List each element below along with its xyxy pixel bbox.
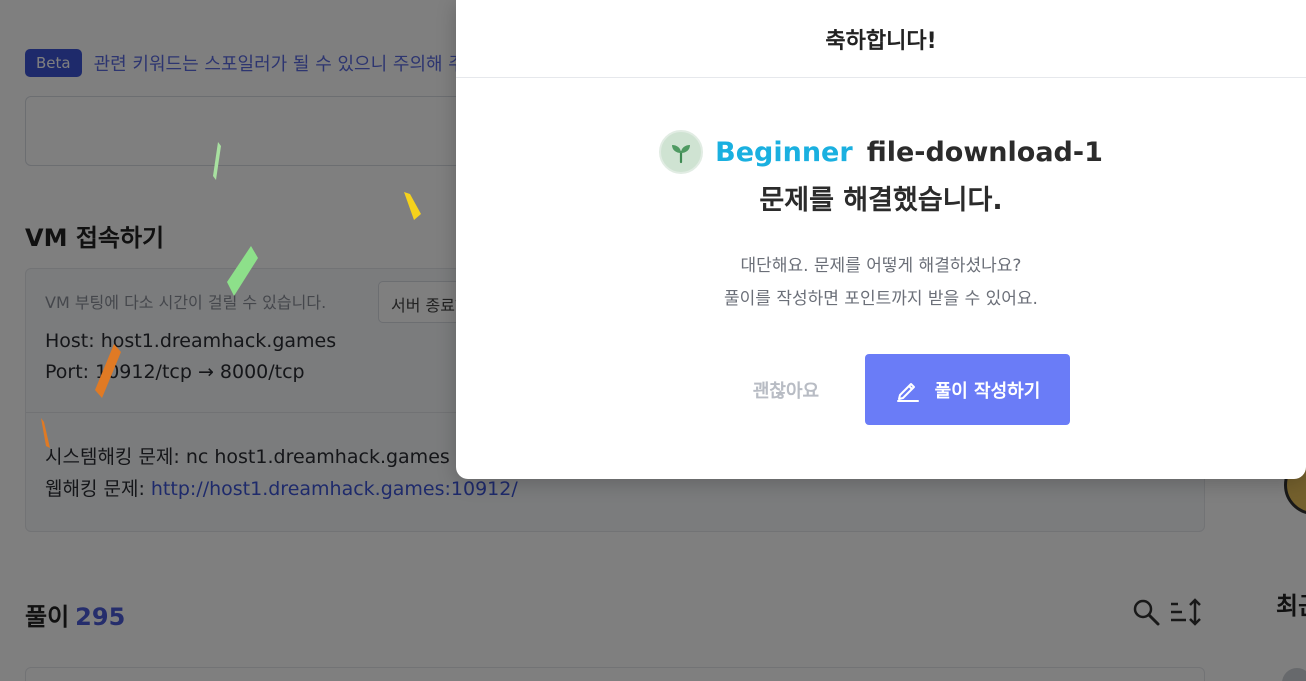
- dismiss-button[interactable]: 괜찮아요: [726, 370, 846, 410]
- challenge-name: file-download-1: [866, 136, 1103, 168]
- sprout-icon: [659, 130, 704, 174]
- write-solution-button[interactable]: 풀이 작성하기: [865, 354, 1070, 425]
- description-line-2: 풀이를 작성하면 포인트까지 받을 수 있어요.: [724, 289, 1038, 309]
- congrats-modal: 축하합니다! Beginner file-download-1 문제를 해결했습…: [456, 0, 1306, 479]
- modal-title: 축하합니다!: [825, 28, 937, 54]
- difficulty-level: Beginner: [715, 136, 853, 168]
- pencil-icon: [896, 382, 919, 402]
- challenge-heading: Beginner file-download-1: [456, 130, 1306, 174]
- solved-message: 문제를 해결했습니다.: [759, 185, 1003, 216]
- modal-header: 축하합니다!: [456, 0, 1306, 78]
- write-solution-label: 풀이 작성하기: [934, 380, 1041, 402]
- description-line-1: 대단해요. 문제를 어떻게 해결하셨나요?: [740, 256, 1022, 276]
